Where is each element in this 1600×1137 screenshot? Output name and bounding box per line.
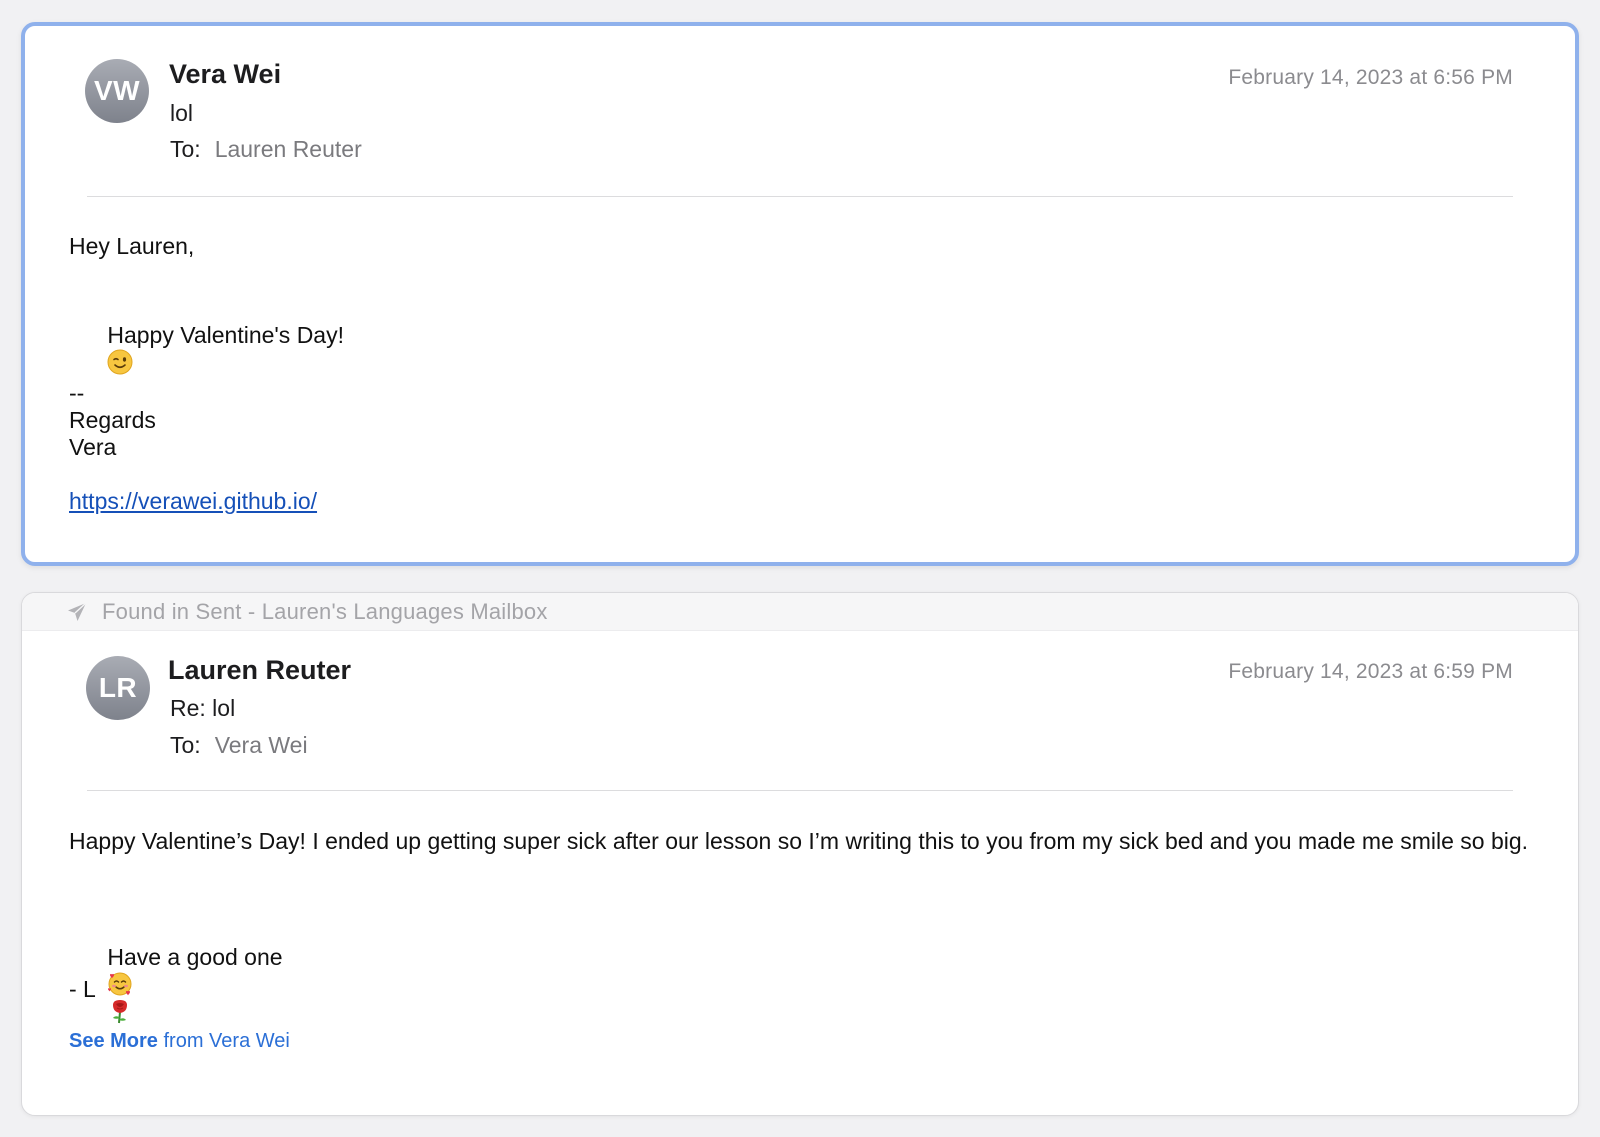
found-in-banner: Found in Sent - Lauren's Languages Mailb… — [22, 593, 1578, 631]
header-divider — [87, 196, 1513, 197]
body-closing: - L — [69, 976, 96, 1002]
body-line-text: Happy Valentine's Day! — [107, 322, 344, 348]
to-label: To: — [170, 732, 201, 758]
recipient-row: To: Lauren Reuter — [170, 136, 362, 163]
found-in-text: Found in Sent - Lauren's Languages Mailb… — [102, 598, 548, 624]
message-subject: Re: lol — [170, 695, 236, 721]
winking-face-emoji — [107, 349, 133, 375]
mail-thread-view: VW Vera Wei lol To: Lauren Reuter Februar… — [0, 0, 1600, 1137]
signature-dashes: -- — [69, 380, 85, 406]
signature-regards: Regards — [69, 407, 156, 433]
smiling-face-with-hearts-emoji — [108, 972, 132, 996]
see-more-link[interactable]: See More from Vera Wei — [69, 1030, 290, 1053]
paper-plane-icon — [68, 601, 87, 621]
message-subject: lol — [170, 100, 194, 126]
message-date: February 14, 2023 at 6:59 PM — [1228, 660, 1513, 683]
see-more-label[interactable]: See More — [69, 1030, 158, 1052]
message-date: February 14, 2023 at 6:56 PM — [1228, 66, 1513, 89]
avatar-initials: LR — [98, 672, 138, 703]
sender-name[interactable]: Lauren Reuter — [168, 655, 351, 686]
see-more-source[interactable]: from Vera Wei — [164, 1030, 290, 1052]
to-label: To: — [170, 136, 201, 162]
message-card-lauren-reuter[interactable]: Found in Sent - Lauren's Languages Mailb… — [21, 592, 1579, 1116]
recipient-name[interactable]: Vera Wei — [215, 732, 308, 758]
website-link[interactable]: https://verawei.github.io/ — [69, 488, 317, 515]
sender-name[interactable]: Vera Wei — [169, 59, 281, 90]
body-line: Happy Valentine's Day! — [69, 295, 344, 403]
rose-emoji — [113, 1000, 128, 1024]
recipient-name[interactable]: Lauren Reuter — [215, 136, 362, 162]
signature-name: Vera — [69, 434, 117, 460]
message-card-vera-wei[interactable]: VW Vera Wei lol To: Lauren Reuter Februar… — [21, 22, 1579, 566]
avatar: LR — [86, 656, 150, 720]
avatar: VW — [85, 59, 149, 123]
body-line-text: Have a good one — [107, 944, 283, 970]
body-greeting: Hey Lauren, — [69, 233, 195, 259]
header-divider — [87, 790, 1513, 791]
recipient-row: To: Vera Wei — [170, 732, 308, 759]
body-paragraph: Happy Valentine’s Day! I ended up gettin… — [69, 828, 1529, 854]
avatar-initials: VW — [93, 75, 141, 106]
